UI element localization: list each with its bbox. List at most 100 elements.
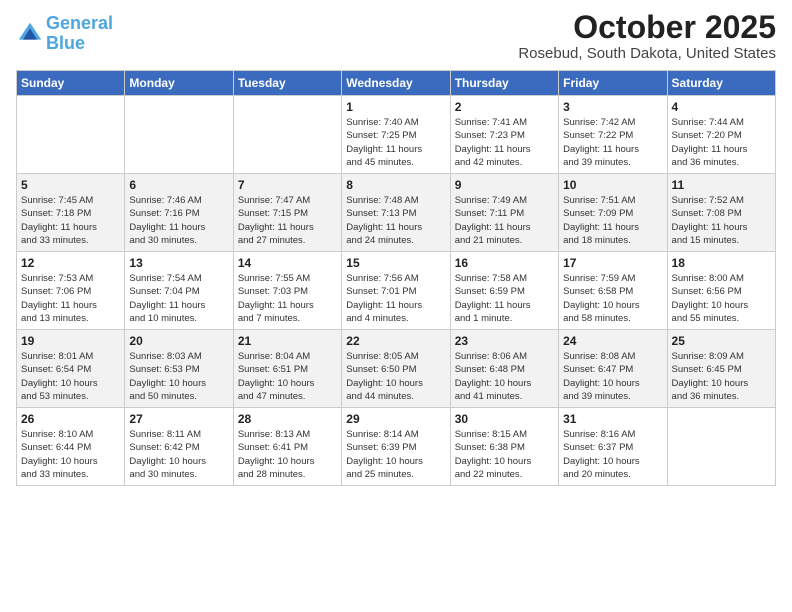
day-info: Sunrise: 8:00 AMSunset: 6:56 PMDaylight:… (672, 272, 771, 325)
col-friday: Friday (559, 71, 667, 96)
calendar-week-4: 19 Sunrise: 8:01 AMSunset: 6:54 PMDayligh… (17, 330, 776, 408)
day-number: 17 (563, 256, 662, 270)
calendar-cell: 2 Sunrise: 7:41 AMSunset: 7:23 PMDaylight… (450, 96, 558, 174)
calendar-cell: 7 Sunrise: 7:47 AMSunset: 7:15 PMDaylight… (233, 174, 341, 252)
calendar-cell: 28Sunrise: 8:13 AMSunset: 6:41 PMDayligh… (233, 408, 341, 486)
day-info: Sunrise: 8:01 AMSunset: 6:54 PMDaylight:… (21, 350, 120, 403)
day-number: 25 (672, 334, 771, 348)
day-number: 7 (238, 178, 337, 192)
day-info: Sunrise: 8:06 AMSunset: 6:48 PMDaylight:… (455, 350, 554, 403)
logo-icon (16, 20, 44, 48)
calendar-cell: 26 Sunrise: 8:10 AMSunset: 6:44 PMDayligh… (17, 408, 125, 486)
calendar-cell: 16Sunrise: 7:58 AMSunset: 6:59 PMDayligh… (450, 252, 558, 330)
day-number: 14 (238, 256, 337, 270)
day-number: 12 (21, 256, 120, 270)
calendar-cell (233, 96, 341, 174)
calendar-cell: 10 Sunrise: 7:51 AMSunset: 7:09 PMDayligh… (559, 174, 667, 252)
calendar-cell (125, 96, 233, 174)
day-info: Sunrise: 8:16 AMSunset: 6:37 PMDaylight:… (563, 428, 662, 481)
calendar-title: October 2025 (518, 10, 776, 45)
day-number: 18 (672, 256, 771, 270)
day-info: Sunrise: 7:46 AMSunset: 7:16 PMDaylight:… (129, 194, 228, 247)
day-info: Sunrise: 7:44 AMSunset: 7:20 PMDaylight:… (672, 116, 771, 169)
logo-line1: General (46, 13, 113, 33)
day-number: 2 (455, 100, 554, 114)
day-info: Sunrise: 7:40 AMSunset: 7:25 PMDaylight:… (346, 116, 445, 169)
day-number: 9 (455, 178, 554, 192)
calendar-cell: 17Sunrise: 7:59 AMSunset: 6:58 PMDayligh… (559, 252, 667, 330)
day-info: Sunrise: 8:09 AMSunset: 6:45 PMDaylight:… (672, 350, 771, 403)
header-row: Sunday Monday Tuesday Wednesday Thursday… (17, 71, 776, 96)
day-info: Sunrise: 7:52 AMSunset: 7:08 PMDaylight:… (672, 194, 771, 247)
calendar-cell: 27 Sunrise: 8:11 AMSunset: 6:42 PMDayligh… (125, 408, 233, 486)
day-number: 3 (563, 100, 662, 114)
calendar-cell: 13 Sunrise: 7:54 AMSunset: 7:04 PMDayligh… (125, 252, 233, 330)
day-info: Sunrise: 7:51 AMSunset: 7:09 PMDaylight:… (563, 194, 662, 247)
logo-text: General Blue (46, 14, 113, 54)
calendar-cell: 19 Sunrise: 8:01 AMSunset: 6:54 PMDayligh… (17, 330, 125, 408)
day-number: 26 (21, 412, 120, 426)
day-number: 16 (455, 256, 554, 270)
day-number: 24 (563, 334, 662, 348)
col-sunday: Sunday (17, 71, 125, 96)
day-number: 27 (129, 412, 228, 426)
day-info: Sunrise: 7:53 AMSunset: 7:06 PMDaylight:… (21, 272, 120, 325)
calendar-cell: 18 Sunrise: 8:00 AMSunset: 6:56 PMDayligh… (667, 252, 775, 330)
day-number: 10 (563, 178, 662, 192)
day-number: 5 (21, 178, 120, 192)
day-info: Sunrise: 7:54 AMSunset: 7:04 PMDaylight:… (129, 272, 228, 325)
day-number: 8 (346, 178, 445, 192)
day-number: 20 (129, 334, 228, 348)
calendar-cell: 6 Sunrise: 7:46 AMSunset: 7:16 PMDaylight… (125, 174, 233, 252)
calendar-cell: 21Sunrise: 8:04 AMSunset: 6:51 PMDayligh… (233, 330, 341, 408)
calendar-cell: 8Sunrise: 7:48 AMSunset: 7:13 PMDaylight… (342, 174, 450, 252)
calendar-subtitle: Rosebud, South Dakota, United States (518, 45, 776, 62)
day-number: 19 (21, 334, 120, 348)
day-number: 22 (346, 334, 445, 348)
calendar-cell: 23 Sunrise: 8:06 AMSunset: 6:48 PMDayligh… (450, 330, 558, 408)
day-number: 6 (129, 178, 228, 192)
calendar-cell: 30Sunrise: 8:15 AMSunset: 6:38 PMDayligh… (450, 408, 558, 486)
day-info: Sunrise: 7:41 AMSunset: 7:23 PMDaylight:… (455, 116, 554, 169)
calendar-cell: 14Sunrise: 7:55 AMSunset: 7:03 PMDayligh… (233, 252, 341, 330)
day-number: 11 (672, 178, 771, 192)
calendar-cell: 29 Sunrise: 8:14 AMSunset: 6:39 PMDayligh… (342, 408, 450, 486)
calendar-cell (667, 408, 775, 486)
calendar-cell: 22Sunrise: 8:05 AMSunset: 6:50 PMDayligh… (342, 330, 450, 408)
header: General Blue October 2025 Rosebud, South… (16, 10, 776, 62)
calendar-table: Sunday Monday Tuesday Wednesday Thursday… (16, 70, 776, 486)
col-monday: Monday (125, 71, 233, 96)
logo-line2: Blue (46, 33, 85, 53)
calendar-cell: 25 Sunrise: 8:09 AMSunset: 6:45 PMDayligh… (667, 330, 775, 408)
day-number: 31 (563, 412, 662, 426)
day-number: 23 (455, 334, 554, 348)
day-number: 4 (672, 100, 771, 114)
day-info: Sunrise: 7:47 AMSunset: 7:15 PMDaylight:… (238, 194, 337, 247)
day-number: 29 (346, 412, 445, 426)
day-number: 28 (238, 412, 337, 426)
day-info: Sunrise: 7:45 AMSunset: 7:18 PMDaylight:… (21, 194, 120, 247)
day-info: Sunrise: 7:42 AMSunset: 7:22 PMDaylight:… (563, 116, 662, 169)
day-number: 15 (346, 256, 445, 270)
calendar-week-1: 1Sunrise: 7:40 AMSunset: 7:25 PMDaylight… (17, 96, 776, 174)
col-thursday: Thursday (450, 71, 558, 96)
day-info: Sunrise: 8:11 AMSunset: 6:42 PMDaylight:… (129, 428, 228, 481)
calendar-cell: 31 Sunrise: 8:16 AMSunset: 6:37 PMDayligh… (559, 408, 667, 486)
calendar-cell: 15Sunrise: 7:56 AMSunset: 7:01 PMDayligh… (342, 252, 450, 330)
day-info: Sunrise: 8:10 AMSunset: 6:44 PMDaylight:… (21, 428, 120, 481)
calendar-cell: 4 Sunrise: 7:44 AMSunset: 7:20 PMDaylight… (667, 96, 775, 174)
calendar-cell: 12 Sunrise: 7:53 AMSunset: 7:06 PMDayligh… (17, 252, 125, 330)
day-number: 13 (129, 256, 228, 270)
calendar-cell: 9 Sunrise: 7:49 AMSunset: 7:11 PMDaylight… (450, 174, 558, 252)
title-block: October 2025 Rosebud, South Dakota, Unit… (518, 10, 776, 62)
day-info: Sunrise: 8:03 AMSunset: 6:53 PMDaylight:… (129, 350, 228, 403)
day-number: 30 (455, 412, 554, 426)
calendar-week-3: 12 Sunrise: 7:53 AMSunset: 7:06 PMDayligh… (17, 252, 776, 330)
day-info: Sunrise: 8:08 AMSunset: 6:47 PMDaylight:… (563, 350, 662, 403)
calendar-cell: 20 Sunrise: 8:03 AMSunset: 6:53 PMDayligh… (125, 330, 233, 408)
calendar-cell: 1Sunrise: 7:40 AMSunset: 7:25 PMDaylight… (342, 96, 450, 174)
day-info: Sunrise: 8:14 AMSunset: 6:39 PMDaylight:… (346, 428, 445, 481)
calendar-week-2: 5 Sunrise: 7:45 AMSunset: 7:18 PMDaylight… (17, 174, 776, 252)
day-number: 21 (238, 334, 337, 348)
day-info: Sunrise: 7:49 AMSunset: 7:11 PMDaylight:… (455, 194, 554, 247)
